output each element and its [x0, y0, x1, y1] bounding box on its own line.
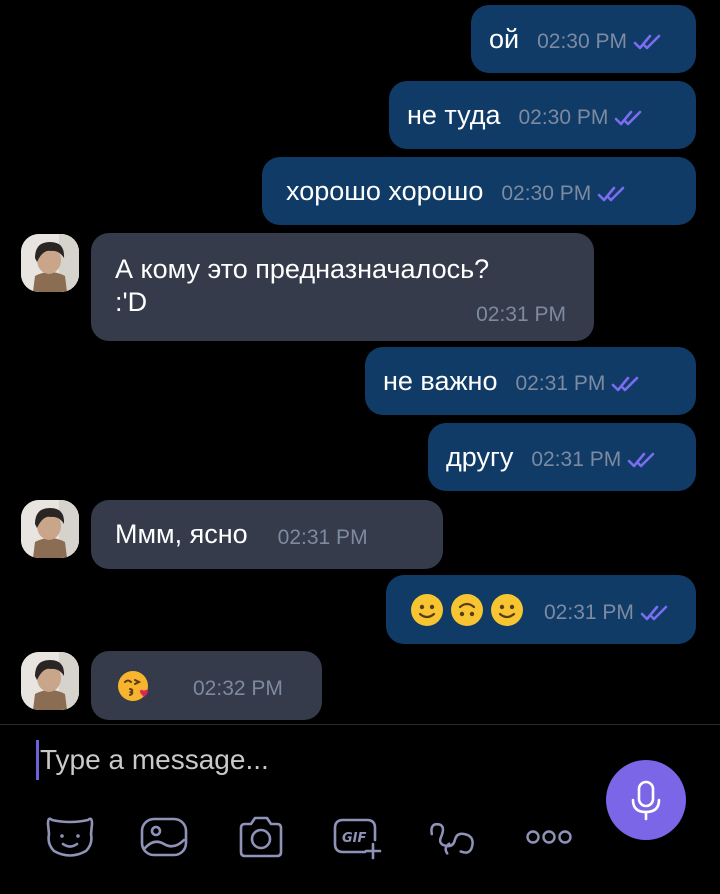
slightly-smiling-face-icon [410, 593, 444, 627]
message-time: 02:31 PM [544, 600, 634, 624]
message-meta: 02:32 PM [193, 677, 283, 701]
more-icon [526, 830, 572, 844]
emoji-row [410, 593, 530, 627]
contact-avatar[interactable] [21, 652, 79, 710]
double-check-icon [633, 33, 663, 51]
face-blowing-kiss-icon [117, 669, 151, 703]
message-bubble-incoming[interactable]: А кому это предназначалось? :'D 02:31 PM [91, 233, 594, 341]
gif-label: GIF [342, 831, 367, 846]
gallery-icon [140, 817, 188, 857]
message-bubble-outgoing[interactable]: не туда 02:30 PM [389, 81, 696, 149]
message-text: другу [446, 441, 514, 472]
message-input[interactable]: Type a message... [40, 740, 560, 780]
slightly-smiling-face-icon [490, 593, 524, 627]
message-meta: 02:31 PM [278, 526, 368, 550]
message-text: хорошо хорошо [286, 175, 484, 206]
contact-avatar[interactable] [21, 234, 79, 292]
double-check-icon [640, 604, 670, 622]
message-bubble-outgoing[interactable]: ой 02:30 PM [471, 5, 696, 73]
message-text-line-1: А кому это предназначалось? [115, 254, 490, 284]
gallery-button[interactable] [137, 812, 191, 862]
microphone-icon [631, 780, 661, 821]
message-time: 02:30 PM [518, 106, 609, 129]
message-meta: 02:30 PM [501, 182, 627, 206]
message-meta: 02:30 PM [537, 30, 663, 54]
sticker-button[interactable] [43, 812, 97, 862]
message-time: 02:32 PM [193, 676, 283, 700]
message-text: Ммм, ясно [115, 519, 248, 549]
message-time: 02:31 PM [277, 525, 368, 549]
gif-button[interactable]: GIF [330, 812, 384, 862]
message-time: 02:31 PM [476, 303, 566, 326]
avatar-image [21, 500, 79, 558]
message-time: 02:30 PM [501, 182, 592, 205]
avatar-image [21, 652, 79, 710]
double-check-icon [627, 451, 657, 469]
message-text: не туда [407, 99, 501, 130]
camera-icon [239, 816, 283, 858]
doodle-button[interactable] [426, 812, 480, 862]
message-text: не важно [383, 365, 498, 396]
gif-icon: GIF [333, 818, 382, 860]
double-check-icon [597, 185, 627, 203]
text-cursor [36, 740, 39, 780]
message-time: 02:31 PM [531, 448, 622, 471]
double-check-icon [614, 109, 644, 127]
camera-button[interactable] [234, 812, 288, 862]
message-meta: 02:30 PM [518, 106, 644, 130]
message-bubble-incoming[interactable]: 02:32 PM [91, 651, 322, 720]
contact-avatar[interactable] [21, 500, 79, 558]
double-check-icon [611, 375, 641, 393]
more-options-button[interactable] [522, 812, 576, 862]
message-meta: 02:31 PM [531, 448, 657, 472]
message-list[interactable]: ой 02:30 PM не туда 02:30 PM хорошо хоро… [0, 0, 720, 724]
voice-record-button[interactable] [606, 760, 686, 840]
message-bubble-outgoing[interactable]: не важно 02:31 PM [365, 347, 696, 415]
message-time: 02:31 PM [515, 372, 606, 395]
upside-down-face-icon [450, 593, 484, 627]
message-bubble-outgoing[interactable]: 02:31 PM [386, 575, 696, 644]
avatar-image [21, 234, 79, 292]
message-meta: 02:31 PM [515, 372, 641, 396]
message-text: ой [489, 23, 520, 54]
message-bubble-incoming[interactable]: Ммм, ясно 02:31 PM [91, 500, 443, 569]
doodle-icon [430, 822, 474, 855]
message-bubble-outgoing[interactable]: хорошо хорошо 02:30 PM [262, 157, 696, 225]
message-bubble-outgoing[interactable]: другу 02:31 PM [428, 423, 696, 491]
message-meta: 02:31 PM [544, 601, 670, 625]
sticker-icon [46, 817, 94, 857]
message-time: 02:30 PM [537, 30, 627, 53]
